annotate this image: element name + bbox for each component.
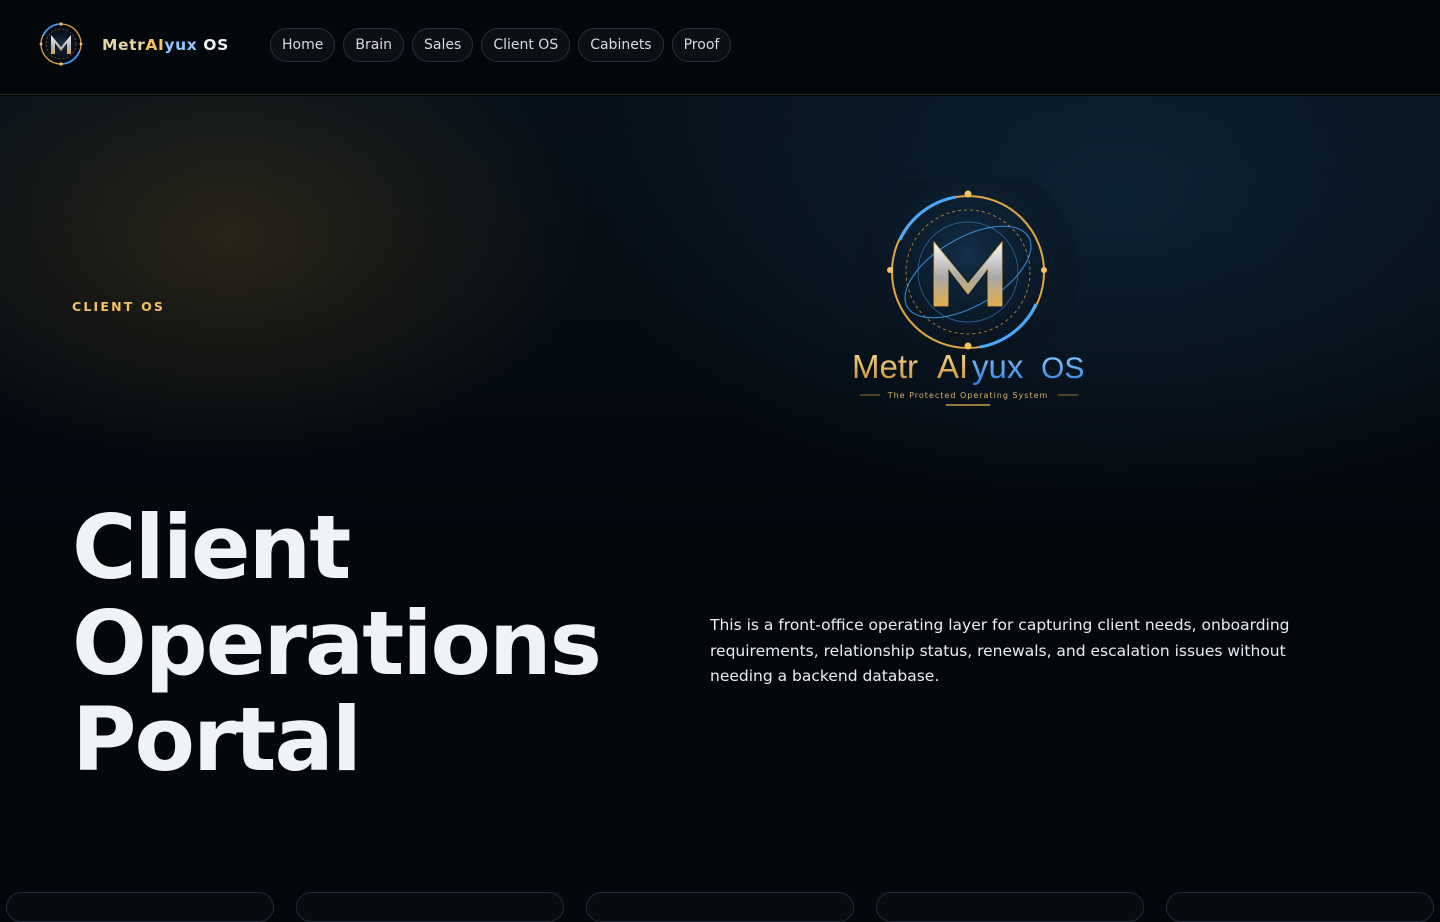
brand-name-os: OS xyxy=(197,36,229,54)
hero-title-line-2: Operations xyxy=(72,592,602,695)
card-stub[interactable] xyxy=(876,892,1144,922)
hero-logo-wordmark-yux: yux xyxy=(972,348,1024,385)
hero-logo-wordmark-metr: Metr xyxy=(852,348,918,385)
hero-logo-wordmark-os: OS xyxy=(1041,352,1084,385)
card-stub[interactable] xyxy=(1166,892,1434,922)
brand-logo[interactable] xyxy=(33,18,89,70)
metralyux-m-orbit-icon xyxy=(35,18,87,70)
hero-title: Client Operations Portal xyxy=(72,496,602,791)
hero-title-line-1: Client xyxy=(72,496,351,599)
brand-name[interactable]: MetrAIyux OS xyxy=(102,36,229,54)
hero-logo-tagline: The Protected Operating System xyxy=(887,391,1049,400)
hero-logo-wordmark-ai: AI xyxy=(937,348,968,385)
nav-home[interactable]: Home xyxy=(270,28,336,62)
nav-proof[interactable]: Proof xyxy=(671,28,732,62)
hero-title-line-3: Portal xyxy=(72,688,362,791)
nav-client-os[interactable]: Client OS xyxy=(481,28,571,62)
main-nav: Home Brain Sales Client OS Cabinets Proo… xyxy=(270,28,732,62)
cards-row xyxy=(0,892,1440,922)
hero-logo: Metr AI yux OS The Protected Operating S… xyxy=(838,160,1098,410)
card-stub[interactable] xyxy=(586,892,854,922)
brand-name-yux: yux xyxy=(164,36,198,54)
brand-name-ai: AI xyxy=(145,36,165,54)
card-stub[interactable] xyxy=(6,892,274,922)
hero-description: This is a front-office operating layer f… xyxy=(710,616,1290,685)
nav-brain[interactable]: Brain xyxy=(343,28,405,62)
nav-cabinets[interactable]: Cabinets xyxy=(578,28,664,62)
metralyux-emblem-icon: Metr AI yux OS The Protected Operating S… xyxy=(852,160,1084,406)
hero-eyebrow: CLIENT OS xyxy=(72,299,166,314)
nav-sales[interactable]: Sales xyxy=(412,28,474,62)
card-stub[interactable] xyxy=(296,892,564,922)
top-header: MetrAIyux OS Home Brain Sales Client OS … xyxy=(0,0,1440,95)
brand-name-metr: Metr xyxy=(102,36,146,54)
